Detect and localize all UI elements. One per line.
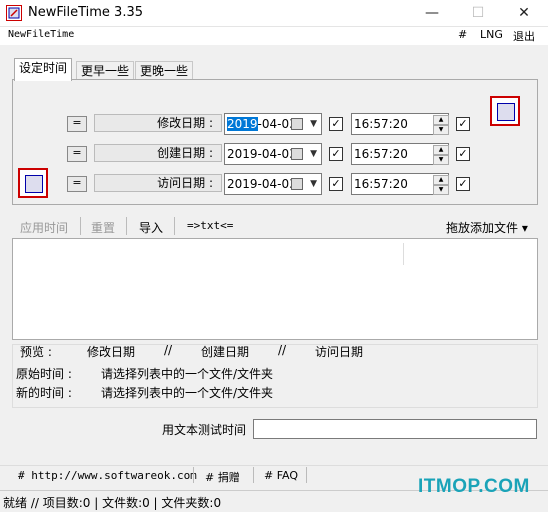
calendar-icon <box>291 148 303 160</box>
new-time-value: 请选择列表中的一个文件/文件夹 <box>101 386 274 400</box>
website-link[interactable]: # http://www.softwareok.com <box>18 469 197 482</box>
watermark-logo: ITMOP.COM <box>418 476 530 497</box>
modify-date-picker[interactable]: 2019-04-03 ▼ <box>224 113 322 135</box>
reset-button[interactable]: 重置 <box>91 219 115 236</box>
drag-add-files-dropdown[interactable]: 拖放添加文件 ▾ <box>446 219 528 236</box>
create-date-value: 2019-04-03 <box>227 147 297 161</box>
original-time-value: 请选择列表中的一个文件/文件夹 <box>101 367 274 381</box>
preview-create-header: 创建日期 <box>201 345 250 359</box>
preview-label: 预览 : <box>20 345 52 359</box>
tab-earlier[interactable]: 更早一些 <box>76 61 135 80</box>
toolbar-separator <box>174 217 175 235</box>
menu-exit[interactable]: 退出 <box>513 28 535 44</box>
label-create-date: 创建日期 : <box>94 144 222 162</box>
access-date-value: 2019-04-03 <box>227 177 297 191</box>
chevron-down-icon: ▼ <box>310 149 317 159</box>
link-separator <box>306 467 307 483</box>
minimize-icon[interactable]: — <box>409 0 455 26</box>
chevron-down-icon: ▼ <box>310 179 317 189</box>
spinner-icon[interactable]: ▲ ▼ <box>433 145 449 165</box>
txt-button[interactable]: =>txt<= <box>187 219 233 232</box>
equal-button-modify[interactable]: = <box>67 116 87 132</box>
spinner-icon[interactable]: ▲ ▼ <box>433 175 449 195</box>
access-time-value: 16:57:20 <box>354 177 408 191</box>
preview-separator: // <box>164 343 173 357</box>
test-time-label: 用文本测试时间 <box>162 423 247 437</box>
create-date-checkbox[interactable]: ✓ <box>329 147 343 161</box>
donate-link[interactable]: # 捐赠 <box>205 469 240 485</box>
equal-button-access[interactable]: = <box>67 176 87 192</box>
maximize-icon[interactable]: ☐ <box>455 0 501 26</box>
app-icon <box>6 5 22 21</box>
toolbar-separator <box>80 217 81 235</box>
menu-bar: NewFileTime # LNG 退出 <box>0 27 548 45</box>
menu-app-name[interactable]: NewFileTime <box>8 29 74 40</box>
spinner-icon[interactable]: ▲ ▼ <box>433 115 449 135</box>
preview-modify-header: 修改日期 <box>87 345 136 359</box>
import-button[interactable]: 导入 <box>139 219 163 236</box>
window-title: NewFileTime 3.35 <box>28 5 144 20</box>
access-time-checkbox[interactable]: ✓ <box>456 177 470 191</box>
toolbar-separator <box>126 217 127 235</box>
original-time-label: 原始时间 : <box>16 367 72 381</box>
create-time-checkbox[interactable]: ✓ <box>456 147 470 161</box>
calendar-icon <box>291 178 303 190</box>
tab-later[interactable]: 更晚一些 <box>135 61 194 80</box>
test-time-input[interactable] <box>253 419 537 439</box>
file-list[interactable] <box>12 238 538 340</box>
calendar-clock-icon[interactable] <box>490 96 520 126</box>
calendar-icon <box>291 118 303 130</box>
access-time-picker[interactable]: 16:57:20 ▲ ▼ <box>351 173 449 195</box>
modify-date-year: 2019 <box>227 117 258 131</box>
create-date-picker[interactable]: 2019-04-03 ▼ <box>224 143 322 165</box>
preview-separator: // <box>278 343 287 357</box>
link-separator <box>253 467 254 483</box>
new-time-label: 新的时间 : <box>16 386 72 400</box>
equal-button-create[interactable]: = <box>67 146 87 162</box>
apply-time-button[interactable]: 应用时间 <box>20 219 68 236</box>
access-date-checkbox[interactable]: ✓ <box>329 177 343 191</box>
calendar-clock-icon[interactable] <box>18 168 48 198</box>
modify-date-checkbox[interactable]: ✓ <box>329 117 343 131</box>
create-time-value: 16:57:20 <box>354 147 408 161</box>
tab-set-time[interactable]: 设定时间 <box>14 58 73 81</box>
preview-access-header: 访问日期 <box>315 345 364 359</box>
title-bar: NewFileTime 3.35 — ☐ ✕ <box>0 0 548 27</box>
create-time-picker[interactable]: 16:57:20 ▲ ▼ <box>351 143 449 165</box>
status-text: 就绪 // 项目数:0 | 文件数:0 | 文件夹数:0 <box>3 496 222 510</box>
modify-time-value: 16:57:20 <box>354 117 408 131</box>
menu-hash[interactable]: # <box>458 28 467 41</box>
chevron-down-icon: ▼ <box>310 119 317 129</box>
modify-time-checkbox[interactable]: ✓ <box>456 117 470 131</box>
label-modify-date: 修改日期 : <box>94 114 222 132</box>
access-date-picker[interactable]: 2019-04-03 ▼ <box>224 173 322 195</box>
modify-time-picker[interactable]: 16:57:20 ▲ ▼ <box>351 113 449 135</box>
faq-link[interactable]: # FAQ <box>264 469 298 482</box>
menu-language[interactable]: LNG <box>480 28 503 41</box>
link-separator <box>193 467 194 483</box>
close-icon[interactable]: ✕ <box>501 0 547 26</box>
column-divider[interactable] <box>403 243 404 265</box>
label-access-date: 访问日期 : <box>94 174 222 192</box>
